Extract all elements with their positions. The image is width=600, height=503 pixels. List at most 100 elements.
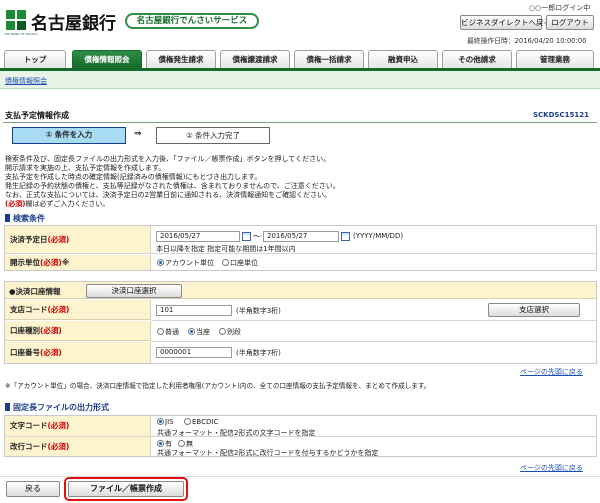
- tab-claim-issue[interactable]: 債権発生請求: [146, 50, 216, 68]
- account-type-special-option[interactable]: 別段: [219, 327, 241, 337]
- radio-icon[interactable]: [219, 328, 226, 335]
- breadcrumb[interactable]: 債権情報照会: [5, 76, 47, 86]
- tab-label: 債権情報照会: [84, 55, 130, 64]
- branch-code-hint: (半角数字3桁): [236, 307, 281, 315]
- label-text: 改行コード: [10, 442, 48, 451]
- tab-other[interactable]: その他請求: [442, 50, 512, 68]
- tab-loan[interactable]: 融資申込: [368, 50, 438, 68]
- back-to-top-link[interactable]: ページの先頭に戻る: [520, 463, 583, 473]
- logo-mark-icon: [6, 10, 26, 30]
- search-section-heading: 検索条件: [5, 213, 45, 224]
- date-range-note: 本日以降を指定 指定可能な期間は1年間以内: [156, 245, 296, 253]
- tab-label: その他請求: [458, 55, 496, 64]
- radio-icon[interactable]: [157, 418, 164, 425]
- charcode-note: 共通フォーマット・配信2形式の文字コードを指定: [157, 429, 316, 437]
- output-section-heading: 固定長ファイルの出力形式: [5, 402, 109, 413]
- select-settlement-account-button[interactable]: 決済口座選択: [86, 284, 182, 298]
- back-button[interactable]: 戻る: [6, 481, 60, 497]
- calendar-icon[interactable]: [341, 232, 350, 241]
- tab-label: 債権発生請求: [158, 55, 204, 64]
- required-mark: (必須): [40, 326, 62, 335]
- option-label: JIS: [165, 418, 174, 426]
- label-text: 口座番号: [10, 348, 40, 357]
- user-name: ○○一郎ログイン中: [529, 4, 591, 12]
- radio-icon[interactable]: [157, 259, 164, 266]
- label-text: 開示単位: [10, 258, 40, 267]
- tab-label: トップ: [23, 55, 47, 64]
- required-mark: (必須): [40, 348, 62, 357]
- disclosure-kouza-option[interactable]: 口座単位: [222, 258, 258, 268]
- service-title-badge: 名古屋銀行でんさいサービス: [125, 13, 259, 29]
- due-date-from-input[interactable]: 2016/05/27: [156, 231, 240, 242]
- option-label: 普通: [165, 328, 179, 336]
- tab-label: 債権一括請求: [306, 55, 352, 64]
- date-format-hint: (YYYY/MM/DD): [353, 232, 404, 240]
- account-type-ordinary-option[interactable]: 普通: [157, 327, 179, 337]
- branch-code-input[interactable]: 101: [156, 305, 232, 316]
- radio-icon[interactable]: [178, 440, 185, 447]
- title-underline: [3, 122, 597, 123]
- service-title: 名古屋銀行でんさいサービス: [136, 16, 248, 26]
- settlement-account-heading: ●決済口座情報: [9, 287, 61, 296]
- charcode-jis-option[interactable]: JIS: [157, 418, 174, 426]
- radio-icon[interactable]: [157, 328, 164, 335]
- charcode-ebcdic-option[interactable]: EBCDIC: [184, 418, 218, 426]
- account-type-label: 口座種別(必須): [5, 321, 151, 341]
- last-operation-time: 最終操作日時：2016/04/20 10:00:00: [467, 37, 587, 45]
- newline-label: 改行コード(必須): [5, 437, 151, 456]
- screen-id: SCKDSC15121: [533, 111, 589, 119]
- radio-icon[interactable]: [157, 440, 164, 447]
- back-to-biz-direct-button[interactable]: ビジネスダイレクトへ戻る: [460, 15, 551, 30]
- charcode-label: 文字コード(必須): [5, 416, 151, 436]
- instruction-text: 欄は必ずご入力ください。: [25, 200, 110, 208]
- step2-label: ② 条件入力完了: [185, 131, 241, 140]
- disclosure-unit-label: 開示単位(必須)※: [5, 255, 151, 270]
- date-range-tilde: ～: [253, 232, 261, 241]
- due-date-label: 決済予定日(必須): [5, 226, 151, 253]
- calendar-icon[interactable]: [242, 232, 251, 241]
- tab-label: 債権譲渡請求: [232, 55, 278, 64]
- account-number-hint: (半角数字7桁): [236, 349, 281, 357]
- required-mark: (必須): [47, 442, 70, 451]
- option-label: 無: [186, 440, 193, 448]
- tab-admin[interactable]: 管理業務: [516, 50, 594, 68]
- bank-name: 名古屋銀行: [31, 14, 116, 34]
- account-number-label: 口座番号(必須): [5, 342, 151, 363]
- option-label: 口座単位: [230, 259, 258, 267]
- option-label: アカウント単位: [165, 259, 214, 267]
- section-marker-icon: [5, 214, 10, 222]
- account-type-current-option[interactable]: 当座: [188, 327, 210, 337]
- branch-code-label: 支店コード(必須): [5, 300, 151, 320]
- option-label: 別段: [227, 328, 241, 336]
- radio-icon[interactable]: [222, 259, 229, 266]
- tab-top[interactable]: トップ: [4, 50, 66, 68]
- disclosure-account-option[interactable]: アカウント単位: [157, 258, 214, 268]
- back-to-top-link[interactable]: ページの先頭に戻る: [520, 367, 583, 377]
- tab-claim-inquiry[interactable]: 債権情報照会: [72, 50, 142, 68]
- logout-button[interactable]: ログアウト: [546, 15, 594, 30]
- option-label: EBCDIC: [192, 418, 219, 426]
- file-report-create-button[interactable]: ファイル／帳票作成: [68, 481, 184, 497]
- required-mark: (必須): [47, 305, 70, 314]
- required-mark: (必須): [47, 235, 70, 244]
- section-title: 検索条件: [13, 214, 45, 223]
- breadcrumb-bar: [0, 71, 600, 89]
- label-text: 文字コード: [10, 421, 48, 430]
- option-label: 有: [165, 440, 172, 448]
- due-date-to-input[interactable]: 2016/05/27: [263, 231, 339, 242]
- step-arrow: ⇒: [134, 129, 142, 139]
- note-mark: ※: [61, 258, 70, 267]
- disclosure-footnote: ※「アカウント単位」の場合、決済口座情報で指定した利用者権限(アカウント)内の、…: [5, 382, 431, 390]
- account-number-input[interactable]: 0000001: [156, 347, 232, 358]
- radio-icon[interactable]: [188, 328, 195, 335]
- section-title: 固定長ファイルの出力形式: [13, 403, 109, 412]
- tab-claim-bulk[interactable]: 債権一括請求: [294, 50, 364, 68]
- bank-logo: [6, 10, 26, 30]
- tab-label: 融資申込: [388, 55, 418, 64]
- tab-claim-transfer[interactable]: 債権譲渡請求: [220, 50, 290, 68]
- branch-select-button[interactable]: 支店選択: [488, 303, 580, 317]
- user-status: ○○一郎ログイン中: [529, 3, 590, 13]
- page-title: 支払予定情報作成: [5, 111, 69, 120]
- radio-icon[interactable]: [184, 418, 191, 425]
- step-current: ① 条件を入力: [12, 127, 126, 144]
